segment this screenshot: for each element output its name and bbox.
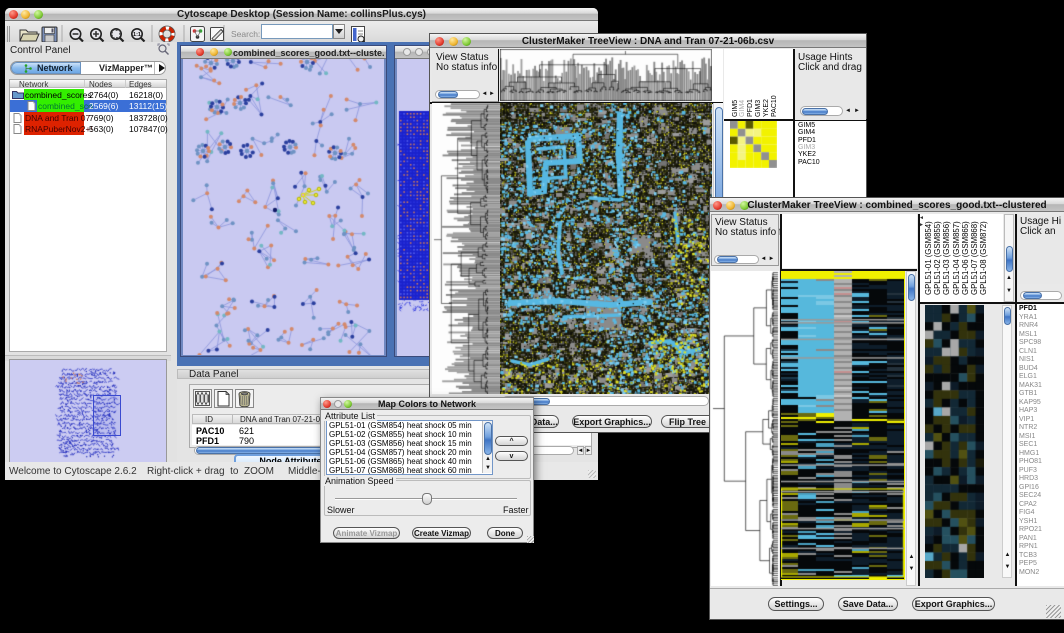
svg-text:1:1: 1:1 xyxy=(133,32,141,38)
